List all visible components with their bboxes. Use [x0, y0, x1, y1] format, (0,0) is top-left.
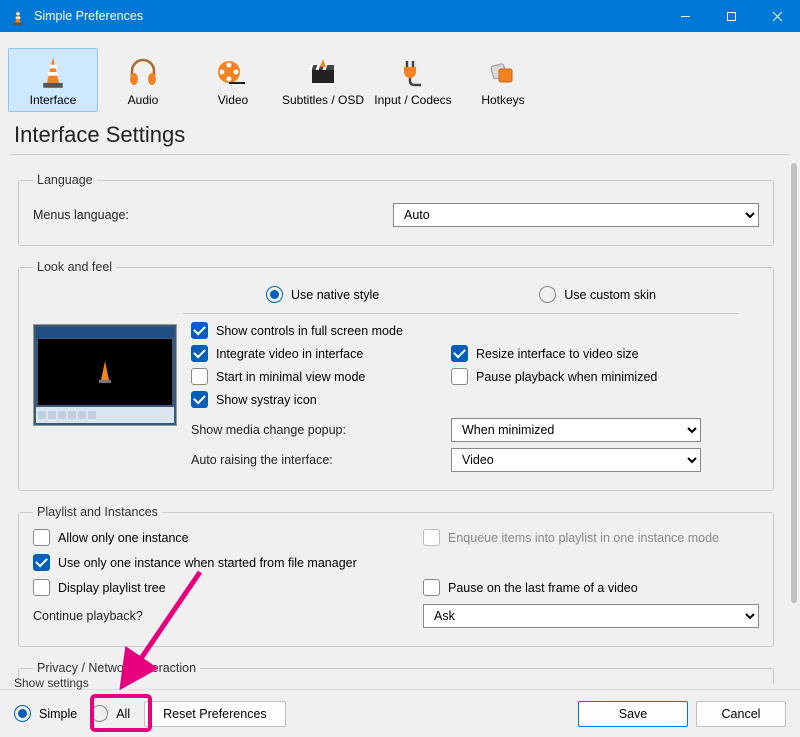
privacy-legend: Privacy / Network Interaction	[33, 661, 200, 675]
privacy-group: Privacy / Network Interaction	[18, 661, 774, 685]
one-instance-checkbox[interactable]: Allow only one instance	[33, 529, 423, 546]
show-settings-simple-radio[interactable]: Simple	[14, 705, 77, 722]
auto-raise-label: Auto raising the interface:	[191, 453, 451, 467]
skin-preview	[33, 324, 177, 426]
tab-hotkeys[interactable]: Hotkeys	[458, 48, 548, 112]
media-change-select[interactable]: When minimized	[451, 418, 701, 442]
cone-icon	[9, 55, 97, 89]
plug-icon	[369, 55, 457, 89]
enqueue-checkbox: Enqueue items into playlist in one insta…	[423, 529, 759, 546]
reset-preferences-button[interactable]: Reset Preferences	[144, 701, 286, 727]
playlist-group: Playlist and Instances Allow only one in…	[18, 505, 774, 647]
app-icon	[10, 8, 26, 24]
pause-minimized-checkbox[interactable]: Pause playback when minimized	[451, 368, 759, 385]
tab-interface[interactable]: Interface	[8, 48, 98, 112]
menus-language-label: Menus language:	[33, 208, 393, 222]
minimize-button[interactable]	[662, 0, 708, 32]
menus-language-select[interactable]: Auto	[393, 203, 759, 227]
show-settings-label: Show settings	[14, 676, 89, 690]
systray-checkbox[interactable]: Show systray icon	[191, 391, 451, 408]
continue-playback-select[interactable]: Ask	[423, 604, 759, 628]
start-minimal-checkbox[interactable]: Start in minimal view mode	[191, 368, 451, 385]
media-change-label: Show media change popup:	[191, 423, 451, 437]
tab-video[interactable]: Video	[188, 48, 278, 112]
lookfeel-legend: Look and feel	[33, 260, 116, 274]
title-bar: Simple Preferences	[0, 0, 800, 32]
continue-playback-label: Continue playback?	[33, 609, 423, 623]
auto-raise-select[interactable]: Video	[451, 448, 701, 472]
playlist-legend: Playlist and Instances	[33, 505, 162, 519]
page-title: Interface Settings	[0, 112, 800, 154]
show-settings-all-radio[interactable]: All	[91, 705, 130, 722]
tab-input-codecs[interactable]: Input / Codecs	[368, 48, 458, 112]
clapper-icon	[279, 55, 367, 89]
film-reel-icon	[189, 55, 277, 89]
key-icon	[459, 55, 547, 89]
window-title: Simple Preferences	[34, 9, 662, 23]
native-style-radio[interactable]: Use native style	[266, 286, 379, 303]
save-button[interactable]: Save	[578, 701, 688, 727]
headphones-icon	[99, 55, 187, 89]
scrollbar-thumb[interactable]	[791, 163, 797, 603]
tab-audio[interactable]: Audio	[98, 48, 188, 112]
maximize-button[interactable]	[708, 0, 754, 32]
integrate-video-checkbox[interactable]: Integrate video in interface	[191, 345, 451, 362]
cancel-button[interactable]: Cancel	[696, 701, 786, 727]
display-tree-checkbox[interactable]: Display playlist tree	[33, 579, 423, 596]
custom-skin-radio[interactable]: Use custom skin	[539, 286, 656, 303]
resize-interface-checkbox[interactable]: Resize interface to video size	[451, 345, 759, 362]
look-and-feel-group: Look and feel Use native style Use custo…	[18, 260, 774, 491]
language-group: Language Menus language: Auto	[18, 173, 774, 246]
vertical-scrollbar[interactable]	[788, 155, 800, 685]
close-button[interactable]	[754, 0, 800, 32]
tab-subtitles[interactable]: Subtitles / OSD	[278, 48, 368, 112]
pause-last-frame-checkbox[interactable]: Pause on the last frame of a video	[423, 579, 759, 596]
bottom-bar: Show settings Simple All Reset Preferenc…	[0, 689, 800, 737]
category-tabs: Interface Audio Video Subtitles / OSD In…	[0, 32, 800, 112]
show-controls-fullscreen-checkbox[interactable]: Show controls in full screen mode	[191, 322, 451, 339]
one-instance-filemanager-checkbox[interactable]: Use only one instance when started from …	[33, 554, 759, 571]
language-legend: Language	[33, 173, 97, 187]
